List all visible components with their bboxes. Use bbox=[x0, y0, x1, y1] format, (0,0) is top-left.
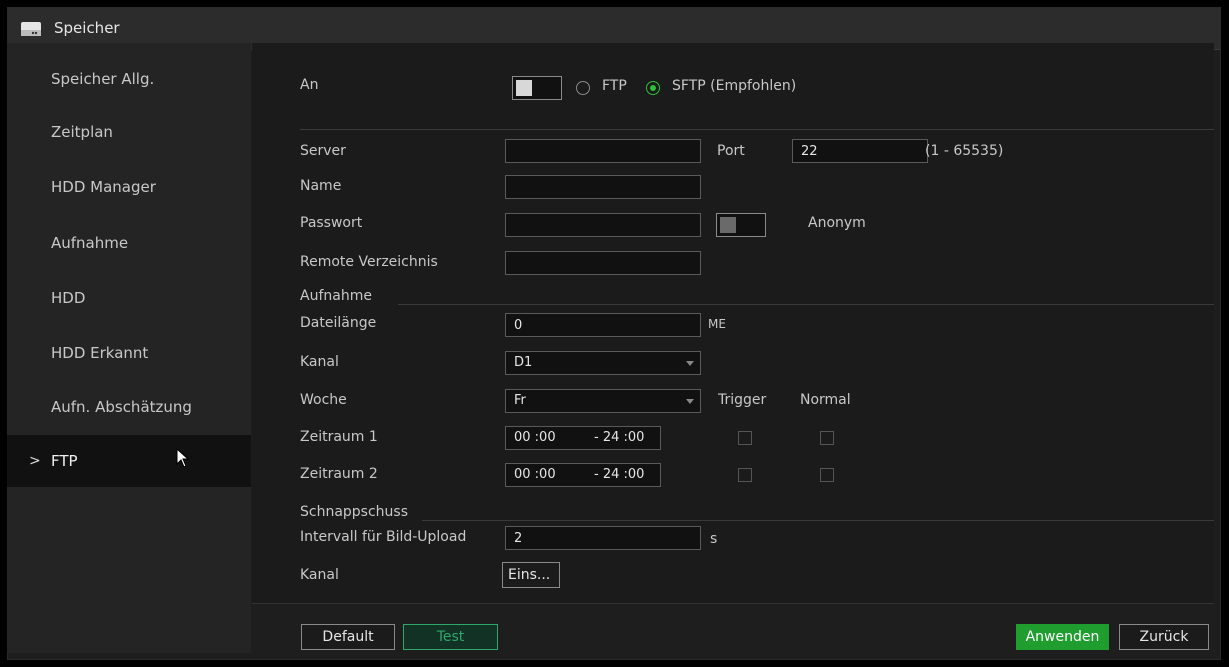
normal-column-label: Normal bbox=[800, 392, 851, 408]
name-input[interactable] bbox=[505, 175, 701, 199]
file-length-input[interactable] bbox=[505, 313, 701, 337]
upload-interval-unit: s bbox=[710, 531, 718, 547]
trigger-column-label: Trigger bbox=[718, 392, 767, 408]
remote-dir-input[interactable] bbox=[505, 251, 701, 275]
port-range-hint: (1 - 65535) bbox=[925, 143, 1004, 159]
period2-time-input[interactable]: 00 :00 - 24 :00 bbox=[505, 463, 661, 487]
protocol-ftp-radio[interactable] bbox=[576, 81, 590, 95]
default-button[interactable]: Default bbox=[301, 624, 395, 650]
mouse-pointer-icon bbox=[176, 448, 190, 468]
divider bbox=[300, 129, 1214, 130]
snapshot-channel-label: Kanal bbox=[300, 567, 339, 583]
sidebar-item-recording[interactable]: Aufnahme bbox=[7, 217, 251, 269]
enable-toggle[interactable] bbox=[512, 76, 562, 100]
sidebar: Speicher Allg. Zeitplan HDD Manager Aufn… bbox=[7, 43, 251, 653]
sidebar-item-hdd-manager[interactable]: HDD Manager bbox=[7, 161, 251, 213]
server-input[interactable] bbox=[505, 139, 701, 163]
enable-label: An bbox=[300, 77, 319, 93]
name-label: Name bbox=[300, 178, 342, 194]
week-select[interactable]: Fr bbox=[505, 389, 701, 413]
chevron-down-icon bbox=[686, 399, 694, 404]
sidebar-item-hdd[interactable]: HDD bbox=[7, 272, 251, 324]
footer-bar: Default Test Anwenden Zurück bbox=[252, 603, 1214, 653]
period1-trigger-checkbox[interactable] bbox=[738, 431, 752, 445]
channel-label: Kanal bbox=[300, 354, 339, 370]
period2-start: 00 :00 bbox=[514, 467, 556, 482]
sidebar-item-hdd-detected[interactable]: HDD Erkannt bbox=[7, 327, 251, 379]
password-input[interactable] bbox=[505, 213, 701, 237]
sidebar-item-label: FTP bbox=[51, 452, 78, 470]
chevron-right-icon: > bbox=[29, 453, 41, 469]
upload-interval-input[interactable] bbox=[505, 526, 701, 550]
period1-end: - 24 :00 bbox=[594, 430, 645, 445]
period2-normal-checkbox[interactable] bbox=[820, 468, 834, 482]
file-length-unit: ME bbox=[708, 317, 726, 331]
window-title: Speicher bbox=[54, 19, 120, 37]
channel-select[interactable]: D1 bbox=[505, 351, 701, 375]
recording-section-title: Aufnahme bbox=[300, 288, 372, 304]
protocol-ftp-label: FTP bbox=[602, 78, 627, 94]
anonym-toggle[interactable] bbox=[716, 213, 766, 237]
period1-label: Zeitraum 1 bbox=[300, 429, 378, 445]
hdd-icon bbox=[21, 22, 41, 36]
test-button[interactable]: Test bbox=[403, 624, 498, 650]
channel-select-value: D1 bbox=[514, 355, 533, 370]
apply-button[interactable]: Anwenden bbox=[1016, 624, 1109, 650]
period2-end: - 24 :00 bbox=[594, 467, 645, 482]
file-length-label: Dateilänge bbox=[300, 315, 377, 331]
period1-time-input[interactable]: 00 :00 - 24 :00 bbox=[505, 426, 661, 450]
divider bbox=[422, 520, 1214, 521]
port-label: Port bbox=[717, 143, 745, 159]
period1-normal-checkbox[interactable] bbox=[820, 431, 834, 445]
sidebar-item-ftp[interactable]: > FTP bbox=[7, 435, 251, 487]
sidebar-item-schedule[interactable]: Zeitplan bbox=[7, 106, 251, 158]
protocol-sftp-radio[interactable] bbox=[646, 81, 660, 95]
snapshot-section-title: Schnappschuss bbox=[300, 504, 409, 520]
anonym-label: Anonym bbox=[808, 215, 866, 231]
week-select-value: Fr bbox=[514, 393, 526, 408]
server-label: Server bbox=[300, 143, 346, 159]
period2-label: Zeitraum 2 bbox=[300, 466, 378, 482]
week-label: Woche bbox=[300, 392, 347, 408]
remote-dir-label: Remote Verzeichnis bbox=[300, 254, 438, 270]
sidebar-item-recording-estimate[interactable]: Aufn. Abschätzung bbox=[7, 381, 251, 433]
divider bbox=[398, 304, 1214, 305]
protocol-sftp-label: SFTP (Empfohlen) bbox=[672, 78, 797, 94]
sidebar-item-storage-general[interactable]: Speicher Allg. bbox=[7, 53, 251, 105]
password-label: Passwort bbox=[300, 215, 363, 231]
snapshot-channel-button[interactable]: Eins... bbox=[502, 562, 560, 588]
chevron-down-icon bbox=[686, 361, 694, 366]
period2-trigger-checkbox[interactable] bbox=[738, 468, 752, 482]
period1-start: 00 :00 bbox=[514, 430, 556, 445]
back-button[interactable]: Zurück bbox=[1119, 624, 1209, 650]
ftp-settings-panel: An FTP SFTP (Empfohlen) Server Port (1 -… bbox=[252, 43, 1214, 603]
port-input[interactable] bbox=[792, 139, 928, 163]
upload-interval-label: Intervall für Bild-Upload bbox=[300, 529, 467, 545]
